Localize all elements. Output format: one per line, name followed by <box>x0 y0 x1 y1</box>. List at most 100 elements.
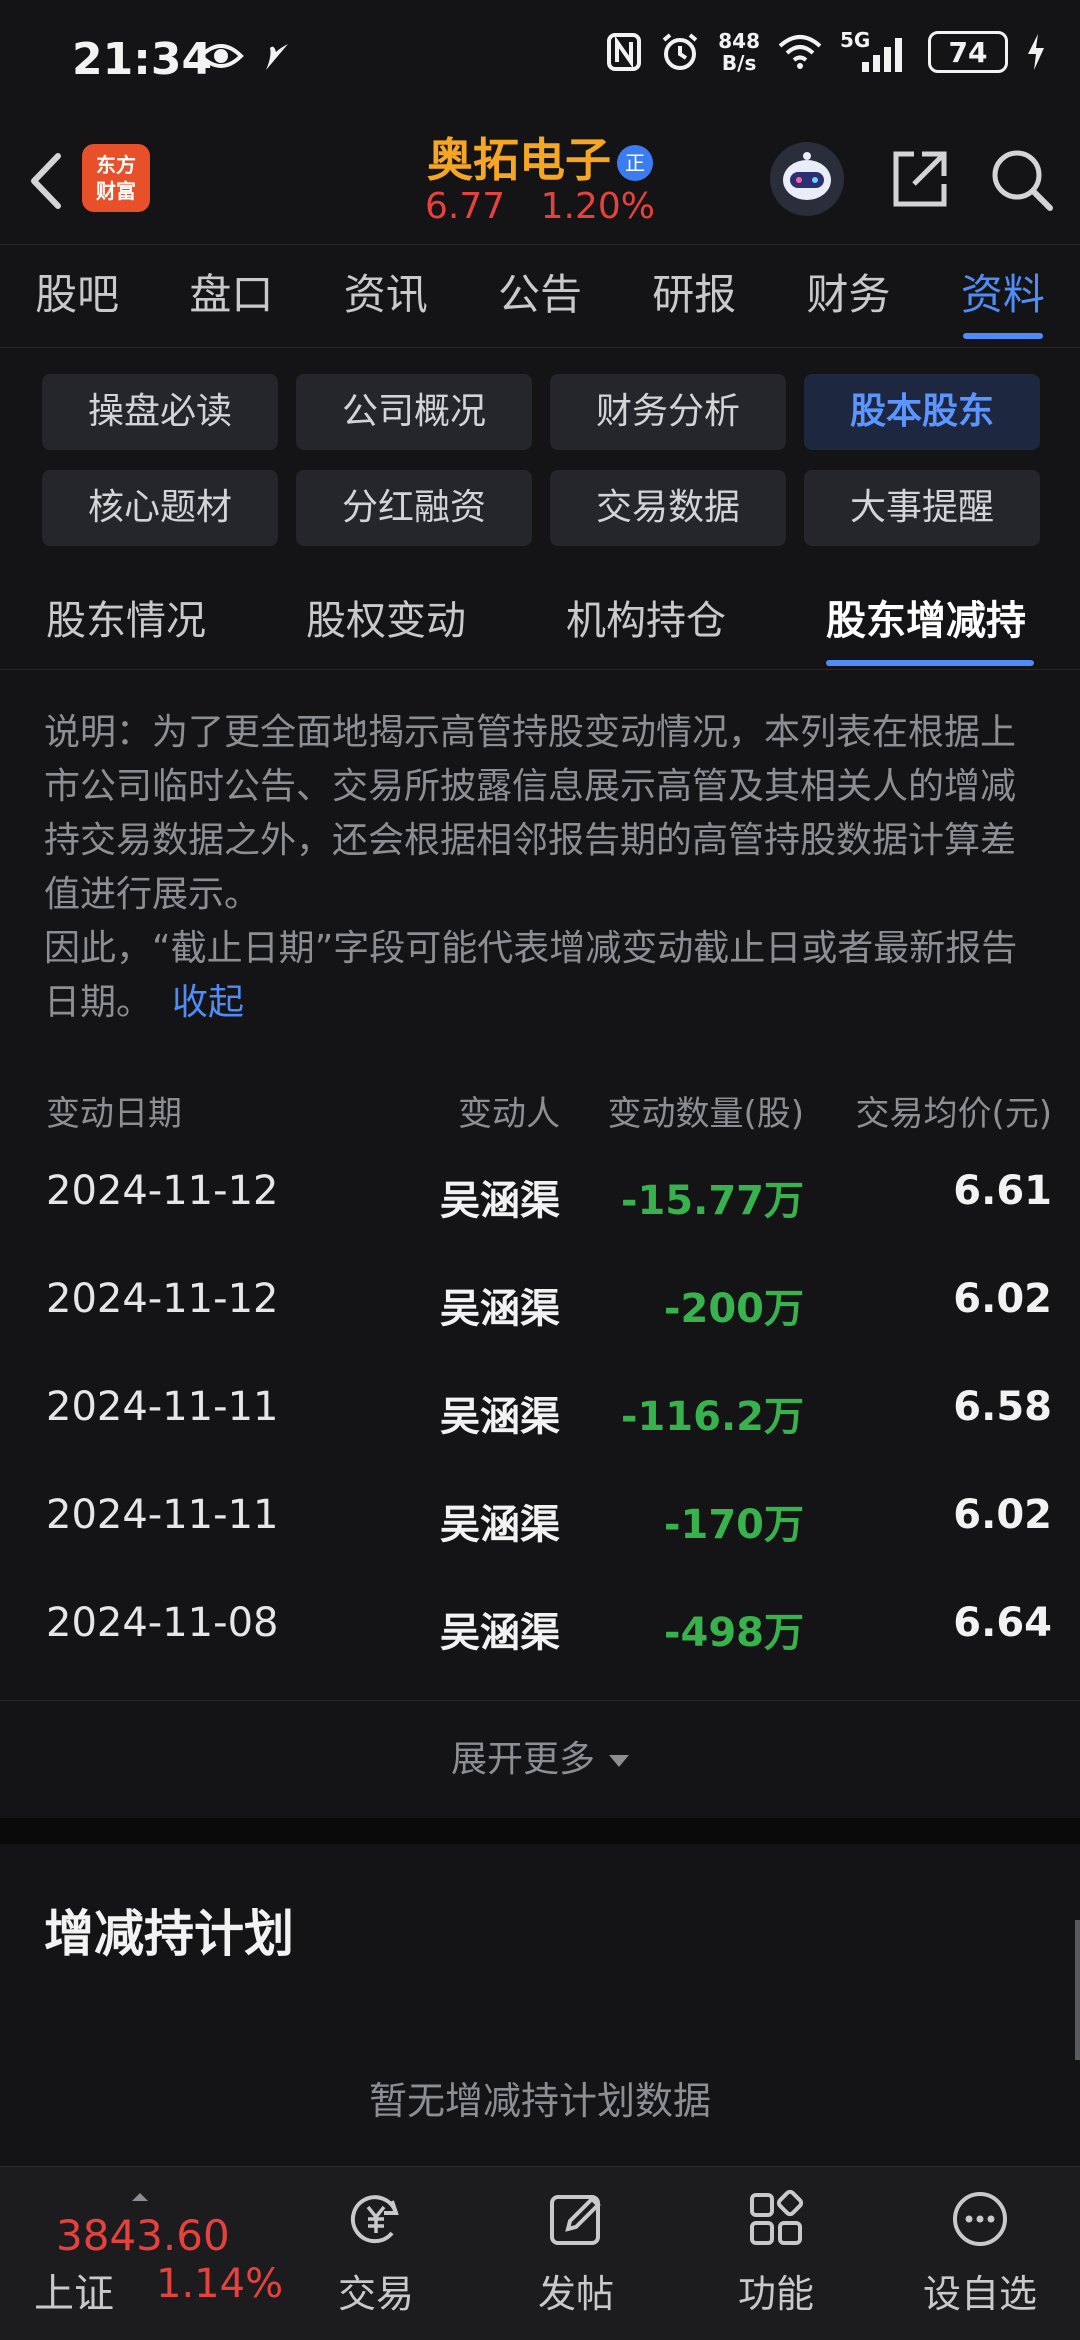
cell-price: 6.02 <box>953 1492 1052 1538</box>
charging-icon <box>1028 34 1044 70</box>
bottom-bar: 3843.60 上证 1.14% 交易 发帖 功能 设自选 <box>0 2166 1080 2340</box>
compose-icon <box>550 2195 601 2245</box>
stock-price: 6.77 <box>425 186 506 227</box>
category-financial-analysis[interactable]: 财务分析 <box>550 374 786 450</box>
note-paragraph-1: 说明：为了更全面地揭示高管持股变动情况，本列表在根据上市公司临时公告、交易所披露… <box>44 712 1017 915</box>
expand-more-button[interactable]: 展开更多 <box>0 1700 1080 1818</box>
cell-person: 吴涵渠 <box>440 1394 560 1440</box>
battery-indicator: 74 <box>928 31 1008 73</box>
holding-changes-table: 变动日期 变动人 变动数量(股) 交易均价(元) 2024-11-12 吴涵渠 … <box>0 1076 1080 1680</box>
nav-trade-label: 交易 <box>337 2272 414 2316</box>
header-quantity: 变动数量(股) <box>607 1094 804 1134</box>
expand-more-label: 展开更多 <box>450 1739 595 1780</box>
subtab-shareholders[interactable]: 股东情况 <box>46 588 206 646</box>
index-value: 3843.60 <box>56 2211 230 2260</box>
header-price: 交易均价(元) <box>855 1094 1052 1134</box>
nav-add-watchlist[interactable]: 设自选 <box>890 2167 1070 2340</box>
index-ticker[interactable]: 3843.60 上证 1.14% <box>34 2189 304 2319</box>
cell-date: 2024-11-12 <box>46 1168 279 1214</box>
alarm-icon <box>662 33 698 70</box>
cell-person: 吴涵渠 <box>440 1610 560 1656</box>
cell-date: 2024-11-11 <box>46 1492 279 1538</box>
table-row[interactable]: 2024-11-12 吴涵渠 -15.77万 6.61 <box>0 1140 1080 1248</box>
collapse-link[interactable]: 收起 <box>172 982 244 1023</box>
nav-trade[interactable]: 交易 <box>286 2167 466 2340</box>
cell-price: 6.61 <box>953 1168 1052 1214</box>
table-row[interactable]: 2024-11-11 吴涵渠 -116.2万 6.58 <box>0 1356 1080 1464</box>
tab-research[interactable]: 研报 <box>617 245 771 347</box>
feather-icon <box>266 44 288 70</box>
search-icon[interactable] <box>986 144 1056 214</box>
cell-price: 6.58 <box>953 1384 1052 1430</box>
tab-finance[interactable]: 财务 <box>771 245 925 347</box>
scrollbar[interactable] <box>1075 1920 1080 2060</box>
cell-person: 吴涵渠 <box>440 1502 560 1548</box>
cell-quantity: -498万 <box>663 1610 804 1656</box>
table-row[interactable]: 2024-11-08 吴涵渠 -498万 6.64 <box>0 1572 1080 1680</box>
cell-quantity: -15.77万 <box>620 1178 804 1224</box>
header-person: 变动人 <box>458 1094 560 1134</box>
category-trading-data[interactable]: 交易数据 <box>550 470 786 546</box>
more-dots-icon <box>953 2192 1007 2246</box>
cell-quantity: -170万 <box>663 1502 804 1548</box>
cell-date: 2024-11-11 <box>46 1384 279 1430</box>
eye-icon <box>198 44 244 68</box>
cell-price: 6.64 <box>953 1600 1052 1646</box>
index-name: 上证 <box>34 2271 114 2317</box>
stock-change-percent: 1.20% <box>540 186 655 227</box>
index-change: 1.14% <box>156 2261 284 2307</box>
category-trading-essentials[interactable]: 操盘必读 <box>42 374 278 450</box>
category-events[interactable]: 大事提醒 <box>804 470 1040 546</box>
tab-announcements[interactable]: 公告 <box>463 245 617 347</box>
status-bar: 21:34 848 B/s 5G 74 <box>0 0 1080 118</box>
disclaimer-note: 说明：为了更全面地揭示高管持股变动情况，本列表在根据上市公司临时公告、交易所披露… <box>44 706 1040 1030</box>
table-header: 变动日期 变动人 变动数量(股) 交易均价(元) <box>0 1076 1080 1140</box>
category-dividends[interactable]: 分红融资 <box>296 470 532 546</box>
nav-functions[interactable]: 功能 <box>686 2167 866 2340</box>
category-core-themes[interactable]: 核心题材 <box>42 470 278 546</box>
subtab-holding-changes[interactable]: 股东增减持 <box>826 588 1026 646</box>
table-row[interactable]: 2024-11-12 吴涵渠 -200万 6.02 <box>0 1248 1080 1356</box>
cell-person: 吴涵渠 <box>440 1286 560 1332</box>
section-divider <box>0 1818 1080 1844</box>
main-tabs: 股吧 盘口 资讯 公告 研报 财务 资料 <box>0 244 1080 348</box>
category-shareholders[interactable]: 股本股东 <box>804 374 1040 450</box>
tab-pankou[interactable]: 盘口 <box>154 245 308 347</box>
cell-person: 吴涵渠 <box>440 1178 560 1224</box>
subtab-institutions[interactable]: 机构持仓 <box>566 588 726 646</box>
grid-icon <box>750 2189 804 2245</box>
subtab-active-indicator <box>826 660 1034 666</box>
cell-date: 2024-11-12 <box>46 1276 279 1322</box>
tab-news[interactable]: 资讯 <box>309 245 463 347</box>
plan-empty-state: 暂无增减持计划数据 <box>368 2079 711 2123</box>
cell-price: 6.02 <box>953 1276 1052 1322</box>
stock-header: 东方 财富 奥拓电子正 6.77 1.20% <box>0 118 1080 244</box>
tab-profile[interactable]: 资料 <box>926 245 1080 347</box>
cell-date: 2024-11-08 <box>46 1600 279 1646</box>
cell-quantity: -116.2万 <box>620 1394 804 1440</box>
verified-badge: 正 <box>617 145 653 181</box>
ai-robot-icon[interactable] <box>770 142 844 216</box>
nav-post[interactable]: 发帖 <box>486 2167 666 2340</box>
cell-quantity: -200万 <box>663 1286 804 1332</box>
plan-section-title: 增减持计划 <box>44 1905 294 1963</box>
header-date: 变动日期 <box>46 1094 182 1134</box>
share-icon[interactable] <box>884 144 954 214</box>
yen-exchange-icon <box>350 2195 399 2244</box>
nav-functions-label: 功能 <box>737 2272 814 2316</box>
nav-add-watchlist-label: 设自选 <box>922 2272 1037 2316</box>
network-speed: 848 B/s <box>718 29 760 75</box>
sub-tabs: 股东情况 股权变动 机构持仓 股东增减持 <box>0 570 1080 670</box>
category-grid: 操盘必读 公司概况 财务分析 股本股东 核心题材 分红融资 交易数据 大事提醒 <box>42 374 1040 546</box>
subtab-equity-change[interactable]: 股权变动 <box>306 588 466 646</box>
category-company-overview[interactable]: 公司概况 <box>296 374 532 450</box>
signal-icon: 5G <box>840 28 910 72</box>
nav-post-label: 发帖 <box>537 2272 614 2316</box>
status-time: 21:34 <box>72 34 213 85</box>
wifi-icon <box>778 35 822 69</box>
tab-guba[interactable]: 股吧 <box>0 245 154 347</box>
table-row[interactable]: 2024-11-11 吴涵渠 -170万 6.02 <box>0 1464 1080 1572</box>
stock-name: 奥拓电子 <box>427 133 611 187</box>
nfc-icon <box>607 33 642 71</box>
caret-down-icon <box>609 1755 629 1767</box>
